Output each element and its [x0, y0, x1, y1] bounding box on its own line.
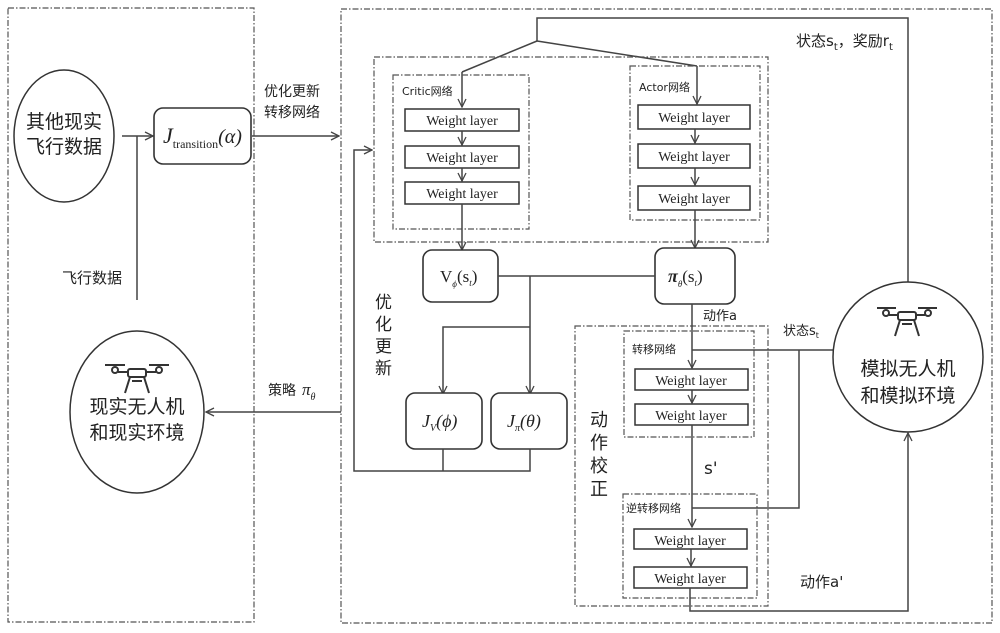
actor-network-title: Actor网络: [639, 80, 690, 94]
state-st-label: 状态st: [783, 324, 819, 340]
correction-char: 作: [590, 433, 608, 454]
policy-node[interactable]: πθ(st): [654, 247, 736, 305]
inverse-transition-network: 逆转移网络 Weight layer Weight layer: [622, 493, 758, 599]
inverse-layer-label: Weight layer: [654, 534, 726, 549]
flight-data-label: 飞行数据: [62, 269, 122, 287]
critic-layer-label: Weight layer: [426, 151, 498, 166]
transition-layer-label: Weight layer: [655, 374, 727, 389]
actor-layer[interactable]: Weight layer: [637, 104, 751, 130]
critic-layer[interactable]: Weight layer: [404, 181, 520, 205]
correction-char: 动: [590, 410, 608, 431]
actor-layer-label: Weight layer: [658, 150, 730, 165]
inverse-layer[interactable]: Weight layer: [633, 528, 748, 550]
transition-layer[interactable]: Weight layer: [634, 403, 749, 426]
critic-network-title: Critic网络: [402, 84, 453, 98]
critic-loss-formula: JV(ϕ): [422, 411, 457, 434]
transition-network: 转移网络 Weight layer Weight layer: [623, 330, 755, 438]
inverse-layer-label: Weight layer: [654, 572, 726, 587]
transition-network-title: 转移网络: [632, 342, 676, 356]
sim-drone-line2: 和模拟环境: [860, 385, 955, 407]
optimize-update-label: 优 化 更 新: [375, 293, 392, 379]
action-correction-label: 动 作 校 正: [590, 410, 608, 500]
sim-drone-line1: 模拟无人机: [860, 358, 955, 380]
action-a-label: 动作a: [703, 309, 737, 324]
next-state-label: s': [704, 459, 718, 479]
optimize-char: 更: [375, 337, 392, 357]
transition-layer[interactable]: Weight layer: [634, 368, 749, 391]
transition-layer-label: Weight layer: [655, 409, 727, 424]
optimize-char: 优: [375, 293, 392, 313]
arrow-to-critic-loss: [443, 326, 530, 394]
critic-network: Critic网络 Weight layer Weight layer Weigh…: [392, 74, 530, 230]
correction-char: 正: [590, 479, 608, 500]
value-function-formula: Vϕ(st): [440, 267, 477, 289]
policy-node-formula: πθ(st): [668, 266, 703, 289]
transition-loss-box[interactable]: Jtransition(α): [153, 107, 252, 165]
value-function-node[interactable]: Vϕ(st): [422, 249, 499, 303]
actor-network: Actor网络 Weight layer Weight layer Weight…: [629, 65, 761, 221]
update-transition-line1: 优化更新: [264, 84, 320, 100]
actor-loss-box[interactable]: Jπ(θ): [490, 392, 568, 450]
real-drone-line2: 和现实环境: [89, 422, 184, 444]
policy-label: 策略 πθ: [268, 380, 316, 403]
actor-layer-label: Weight layer: [658, 192, 730, 207]
state-to-actor-branch: [536, 40, 698, 67]
actor-loss-formula: Jπ(θ): [507, 411, 541, 434]
actor-layer[interactable]: Weight layer: [637, 185, 751, 211]
other-data-line1: 其他现实: [26, 111, 102, 133]
optimize-char: 新: [375, 359, 392, 379]
diagram-canvas: 其他现实 飞行数据 Jtransition(α) 飞行数据 现实无人机 和现实环…: [7, 7, 993, 624]
real-drone-line1: 现实无人机: [89, 396, 184, 418]
corrected-action-label: 动作a': [800, 573, 843, 591]
critic-layer-label: Weight layer: [426, 114, 498, 129]
update-transition-line2: 转移网络: [264, 105, 320, 121]
optimize-char: 化: [375, 315, 392, 335]
inverse-transition-title: 逆转移网络: [626, 501, 681, 515]
correction-char: 校: [590, 456, 608, 477]
critic-loss-box[interactable]: JV(ϕ): [405, 392, 483, 450]
real-drone-node[interactable]: 现实无人机 和现实环境: [69, 330, 205, 494]
other-data-line2: 飞行数据: [26, 136, 102, 158]
inverse-layer[interactable]: Weight layer: [633, 566, 748, 589]
critic-layer[interactable]: Weight layer: [404, 108, 520, 132]
state-reward-label: 状态st，奖励rt: [796, 32, 893, 53]
actor-layer-label: Weight layer: [658, 111, 730, 126]
actor-layer[interactable]: Weight layer: [637, 143, 751, 169]
other-flight-data-node[interactable]: 其他现实 飞行数据: [13, 69, 115, 203]
critic-layer[interactable]: Weight layer: [404, 145, 520, 169]
critic-layer-label: Weight layer: [426, 187, 498, 202]
sim-drone-node[interactable]: 模拟无人机 和模拟环境: [832, 281, 984, 433]
